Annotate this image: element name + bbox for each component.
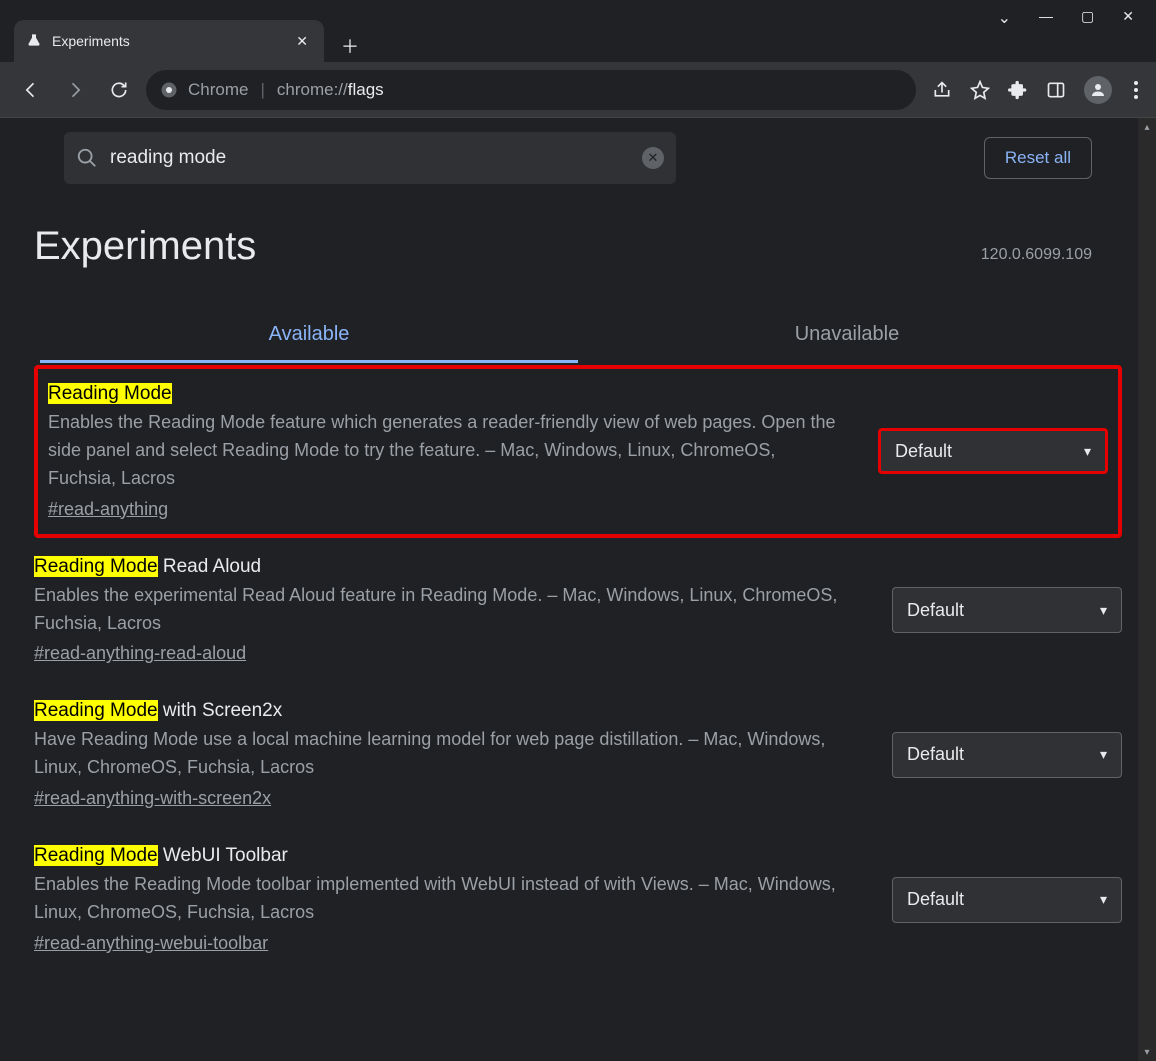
forward-button[interactable]: [58, 73, 92, 107]
tab-strip: Experiments ✕ ＋: [0, 0, 366, 62]
scroll-up-arrow-icon[interactable]: ▴: [1138, 118, 1156, 136]
highlight-text: Reading Mode: [34, 845, 158, 866]
omnibox-url-path: flags: [348, 80, 384, 99]
flags-page: ✕ Reset all Experiments 120.0.6099.109 A…: [0, 118, 1156, 1061]
chevron-down-icon[interactable]: ⌄: [998, 8, 1011, 28]
address-bar[interactable]: Chrome | chrome://flags: [146, 70, 916, 110]
flag-control: Default ▾: [882, 556, 1122, 665]
page-title-row: Experiments 120.0.6099.109: [0, 198, 1156, 279]
flag-item: Reading Mode with Screen2x Have Reading M…: [34, 682, 1122, 827]
flag-control: Default ▾: [882, 845, 1122, 954]
flag-description: Enables the Reading Mode toolbar impleme…: [34, 871, 862, 927]
toolbar-actions: [926, 76, 1142, 104]
flag-item: Reading Mode Enables the Reading Mode fea…: [34, 365, 1122, 538]
flag-select-value: Default: [907, 889, 964, 910]
flag-title-rest: with Screen2x: [158, 700, 283, 721]
window-controls: ⌄ — ▢ ✕: [998, 0, 1156, 28]
browser-toolbar: Chrome | chrome://flags: [0, 62, 1156, 118]
flag-title-rest: Read Aloud: [158, 556, 262, 577]
flags-tabs: Available Unavailable: [0, 279, 1156, 363]
omnibox-url-scheme: chrome://: [277, 80, 348, 99]
flags-header: ✕ Reset all: [0, 118, 1156, 198]
page-title: Experiments: [34, 224, 256, 269]
tab-unavailable[interactable]: Unavailable: [578, 309, 1116, 363]
flag-title: Reading Mode Read Aloud: [34, 556, 862, 578]
flag-content: Reading Mode WebUI Toolbar Enables the Re…: [34, 845, 862, 954]
flask-icon: [26, 33, 42, 49]
reload-button[interactable]: [102, 73, 136, 107]
flag-description: Enables the experimental Read Aloud feat…: [34, 582, 862, 638]
flag-select[interactable]: Default ▾: [878, 428, 1108, 474]
highlight-text: Reading Mode: [48, 383, 172, 404]
chevron-down-icon: ▾: [1100, 602, 1107, 619]
new-tab-button[interactable]: ＋: [334, 30, 366, 62]
omnibox-chrome-label: Chrome: [188, 80, 248, 100]
maximize-button[interactable]: ▢: [1081, 8, 1094, 28]
flag-hash-link[interactable]: #read-anything: [48, 499, 168, 520]
window-titlebar: Experiments ✕ ＋ ⌄ — ▢ ✕: [0, 0, 1156, 62]
flag-select[interactable]: Default ▾: [892, 877, 1122, 923]
flag-control: Default ▾: [882, 700, 1122, 809]
scroll-down-arrow-icon[interactable]: ▾: [1138, 1043, 1156, 1061]
side-panel-icon[interactable]: [1046, 80, 1066, 100]
chrome-version: 120.0.6099.109: [981, 246, 1092, 264]
flag-content: Reading Mode Read Aloud Enables the exper…: [34, 556, 862, 665]
share-icon[interactable]: [932, 80, 952, 100]
flag-hash-link[interactable]: #read-anything-read-aloud: [34, 643, 246, 664]
flag-hash-link[interactable]: #read-anything-webui-toolbar: [34, 933, 268, 954]
tab-available[interactable]: Available: [40, 309, 578, 363]
flag-title: Reading Mode: [48, 383, 848, 405]
kebab-menu-button[interactable]: [1130, 77, 1142, 103]
flag-hash-link[interactable]: #read-anything-with-screen2x: [34, 788, 271, 809]
flag-content: Reading Mode Enables the Reading Mode fea…: [48, 383, 848, 520]
chevron-down-icon: ▾: [1100, 746, 1107, 763]
flags-search-input[interactable]: [110, 147, 630, 169]
flag-title: Reading Mode with Screen2x: [34, 700, 862, 722]
browser-tab[interactable]: Experiments ✕: [14, 20, 324, 62]
flag-control: Default ▾: [868, 383, 1108, 520]
back-button[interactable]: [14, 73, 48, 107]
flag-description: Have Reading Mode use a local machine le…: [34, 726, 862, 782]
flag-item: Reading Mode Read Aloud Enables the exper…: [34, 538, 1122, 683]
omnibox-separator: |: [260, 80, 264, 100]
flag-select-value: Default: [907, 600, 964, 621]
flag-content: Reading Mode with Screen2x Have Reading M…: [34, 700, 862, 809]
flag-description: Enables the Reading Mode feature which g…: [48, 409, 848, 493]
minimize-button[interactable]: —: [1039, 8, 1053, 28]
search-icon: [76, 147, 98, 169]
chevron-down-icon: ▾: [1100, 891, 1107, 908]
flag-item: Reading Mode WebUI Toolbar Enables the Re…: [34, 827, 1122, 972]
tab-title: Experiments: [52, 33, 282, 49]
flag-title-rest: WebUI Toolbar: [158, 845, 288, 866]
extensions-icon[interactable]: [1008, 80, 1028, 100]
flag-select[interactable]: Default ▾: [892, 587, 1122, 633]
flag-select-value: Default: [895, 441, 952, 462]
profile-avatar-button[interactable]: [1084, 76, 1112, 104]
tab-close-button[interactable]: ✕: [292, 31, 312, 52]
flags-list: Reading Mode Enables the Reading Mode fea…: [0, 365, 1156, 1012]
highlight-text: Reading Mode: [34, 556, 158, 577]
reset-all-button[interactable]: Reset all: [984, 137, 1092, 179]
flag-title: Reading Mode WebUI Toolbar: [34, 845, 862, 867]
chevron-down-icon: ▾: [1084, 443, 1091, 460]
flags-search-box[interactable]: ✕: [64, 132, 676, 184]
chrome-icon: [160, 81, 178, 99]
close-window-button[interactable]: ✕: [1122, 8, 1134, 28]
flag-select[interactable]: Default ▾: [892, 732, 1122, 778]
bookmark-star-icon[interactable]: [970, 80, 990, 100]
highlight-text: Reading Mode: [34, 700, 158, 721]
clear-search-button[interactable]: ✕: [642, 147, 664, 169]
flag-select-value: Default: [907, 744, 964, 765]
scrollbar[interactable]: ▴ ▾: [1138, 118, 1156, 1061]
